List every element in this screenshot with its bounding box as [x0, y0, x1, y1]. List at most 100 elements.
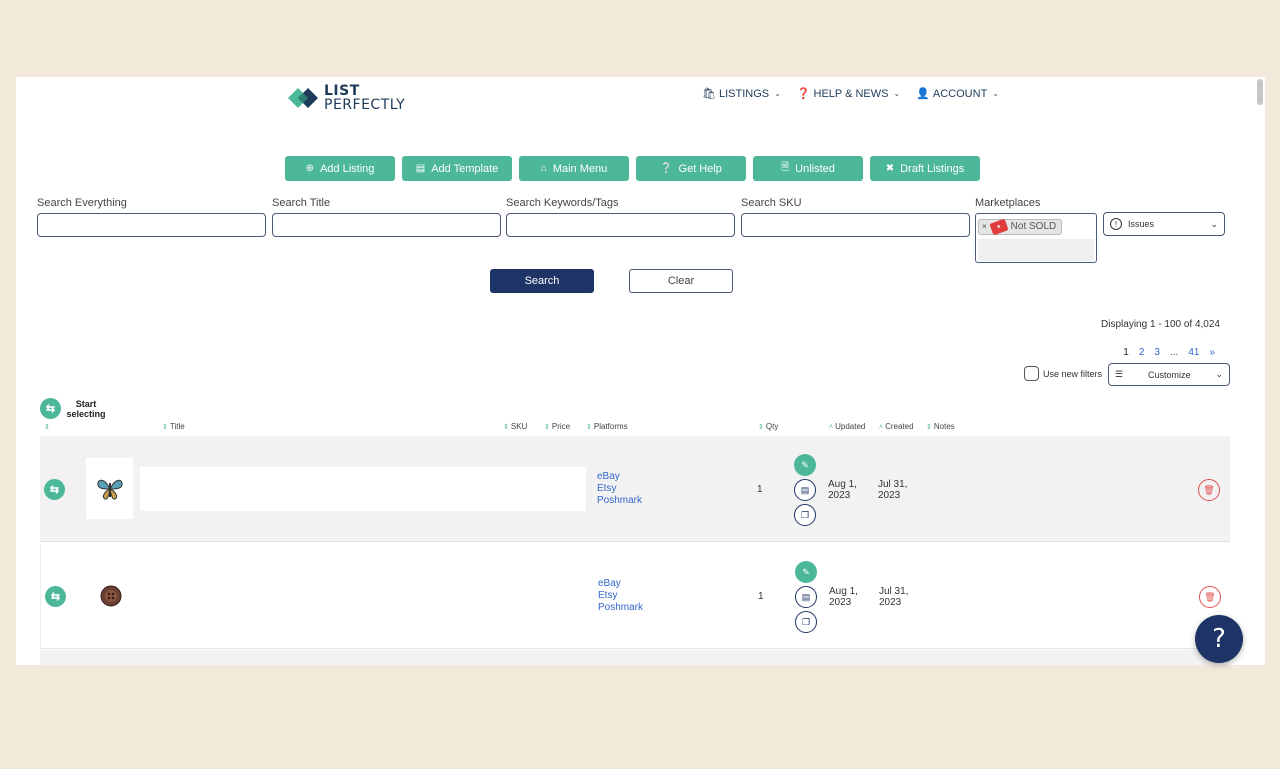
add-listing-button[interactable]: ⊕ Add Listing	[285, 156, 395, 181]
home-icon: ⌂	[540, 163, 547, 174]
sort-icon: ⇕	[586, 424, 592, 431]
issues-dropdown[interactable]: ! Issues ⌄	[1103, 212, 1225, 236]
platform-link[interactable]: Poshmark	[597, 495, 642, 507]
col-qty[interactable]: ⇕ Qty	[758, 422, 778, 431]
app-window: LIST PERFECTLY 🛍 LISTINGS ⌄ ❓ HELP & NEW…	[16, 77, 1265, 665]
col-created[interactable]: ˄ Created	[879, 422, 914, 431]
nav-listings[interactable]: 🛍 LISTINGS ⌄	[702, 87, 781, 101]
start-selecting[interactable]: ⇆ Start selecting	[40, 398, 108, 419]
listing-qty: 1	[758, 591, 764, 602]
table-row[interactable]: ⇆ eBay Etsy Poshmark 1 ✎ ▤ ❐ Aug 1, 2023	[40, 543, 1230, 649]
search-title-input[interactable]	[272, 213, 501, 237]
copy-icon[interactable]: ❐	[795, 611, 817, 633]
chevron-down-icon: ⌄	[1210, 218, 1218, 229]
col-select[interactable]: ⇕	[44, 422, 52, 431]
chevron-down-icon: ⌄	[1215, 369, 1223, 379]
col-platforms[interactable]: ⇕ Platforms	[586, 422, 628, 431]
chevron-down-icon: ⌄	[893, 89, 901, 98]
listing-title-field[interactable]	[140, 467, 586, 511]
list-details-icon[interactable]: ▤	[794, 479, 816, 501]
use-new-filters-checkbox[interactable]	[1024, 366, 1039, 381]
table-row[interactable]: ⇆ eBay Etsy Poshmark 1 ✎ ▤ ❐ Aug 1, 2023	[40, 436, 1230, 542]
list-icon: ▤	[415, 163, 426, 174]
platform-link[interactable]: eBay	[598, 578, 643, 590]
copy-icon[interactable]: ❐	[794, 504, 816, 526]
nav-account[interactable]: 👤 ACCOUNT ⌄	[916, 87, 999, 101]
search-everything-input[interactable]	[37, 213, 266, 237]
sort-icon: ⇕	[503, 424, 509, 431]
delete-trash-icon[interactable]: 🗑	[1199, 586, 1221, 608]
help-chat-button[interactable]: ?	[1195, 615, 1243, 663]
platform-link[interactable]: Etsy	[597, 483, 642, 495]
get-help-button[interactable]: ❔ Get Help	[636, 156, 746, 181]
col-sku[interactable]: ⇕ SKU	[503, 422, 527, 431]
brand-logo[interactable]: LIST PERFECTLY	[286, 81, 405, 115]
sort-icon: ⇕	[44, 424, 50, 431]
created-date: Jul 31, 2023	[878, 479, 908, 501]
main-menu-button[interactable]: ⌂ Main Menu	[519, 156, 629, 181]
updated-date: Aug 1, 2023	[828, 479, 857, 501]
col-title[interactable]: ⇕ Title	[162, 422, 185, 431]
sort-icon: ⇕	[926, 424, 932, 431]
table-row[interactable]	[40, 650, 1230, 665]
marketplaces-label: Marketplaces	[975, 197, 1041, 209]
sort-icon: ⇕	[544, 424, 550, 431]
platform-link[interactable]: Poshmark	[598, 602, 643, 614]
listing-platforms: eBay Etsy Poshmark	[597, 471, 642, 507]
page-1[interactable]: 1	[1123, 347, 1129, 358]
sliders-icon: ☰	[1115, 369, 1124, 379]
search-title-label: Search Title	[272, 197, 331, 209]
select-shuffle-icon[interactable]: ⇆	[45, 586, 66, 607]
edit-pencil-icon[interactable]: ✎	[795, 561, 817, 583]
search-keywords-input[interactable]	[506, 213, 735, 237]
list-details-icon[interactable]: ▤	[795, 586, 817, 608]
sort-icon: ⇕	[162, 424, 168, 431]
clear-button[interactable]: Clear	[629, 269, 733, 293]
user-icon: 👤	[916, 88, 930, 100]
customize-dropdown[interactable]: ☰ Customize ⌄	[1108, 363, 1230, 386]
col-updated[interactable]: ˄ Updated	[829, 422, 865, 431]
sold-badge-icon: ★	[989, 218, 1009, 235]
remove-icon[interactable]: ×	[982, 222, 987, 231]
row-actions: ✎ ▤ ❐	[795, 561, 817, 633]
listing-thumbnail[interactable]	[87, 565, 134, 626]
top-nav: 🛍 LISTINGS ⌄ ❓ HELP & NEWS ⌄ 👤 ACCOUNT ⌄	[702, 87, 999, 101]
search-button[interactable]: Search	[490, 269, 594, 293]
question-circle-icon: ❔	[660, 163, 673, 174]
chevron-down-icon: ⌄	[992, 89, 999, 98]
page-scrollbar[interactable]	[1257, 79, 1263, 105]
page-3[interactable]: 3	[1154, 347, 1160, 358]
logo-icon	[286, 81, 322, 115]
page-2[interactable]: 2	[1139, 347, 1145, 358]
page-next[interactable]: »	[1209, 347, 1215, 358]
updated-date: Aug 1, 2023	[829, 586, 858, 608]
listing-thumbnail[interactable]	[86, 458, 133, 519]
logo-line2: PERFECTLY	[324, 97, 406, 113]
select-shuffle-icon[interactable]: ⇆	[44, 479, 65, 500]
sort-up-icon: ˄	[829, 424, 834, 431]
shuffle-icon[interactable]: ⇆	[40, 398, 61, 419]
listing-platforms: eBay Etsy Poshmark	[598, 578, 643, 614]
add-template-button[interactable]: ▤ Add Template	[402, 156, 512, 181]
nav-help-news[interactable]: ❓ HELP & NEWS ⌄	[796, 87, 901, 101]
col-price[interactable]: ⇕ Price	[544, 422, 570, 431]
file-icon: 🗎	[781, 162, 790, 173]
question-circle-icon: ❓	[796, 88, 811, 100]
search-sku-input[interactable]	[741, 213, 970, 237]
marketplace-tag[interactable]: × ★ Not SOLD	[978, 218, 1063, 235]
page-41[interactable]: 41	[1188, 347, 1199, 358]
delete-trash-icon[interactable]: 🗑	[1198, 479, 1220, 501]
col-notes[interactable]: ⇕ Notes	[926, 422, 955, 431]
platform-link[interactable]: eBay	[597, 471, 642, 483]
platform-link[interactable]: Etsy	[598, 590, 643, 602]
unlisted-button[interactable]: 🗎 Unlisted	[753, 156, 863, 181]
marketplaces-select[interactable]: × ★ Not SOLD	[975, 213, 1097, 263]
tools-icon: ✖	[885, 163, 895, 174]
chevron-down-icon: ⌄	[774, 89, 781, 98]
pagination: 1 2 3 ... 41 »	[1123, 347, 1215, 358]
button-image-icon	[100, 585, 121, 606]
draft-listings-button[interactable]: ✖ Draft Listings	[870, 156, 980, 181]
listing-qty: 1	[757, 484, 763, 495]
use-new-filters[interactable]: Use new filters	[1024, 366, 1102, 381]
edit-pencil-icon[interactable]: ✎	[794, 454, 816, 476]
